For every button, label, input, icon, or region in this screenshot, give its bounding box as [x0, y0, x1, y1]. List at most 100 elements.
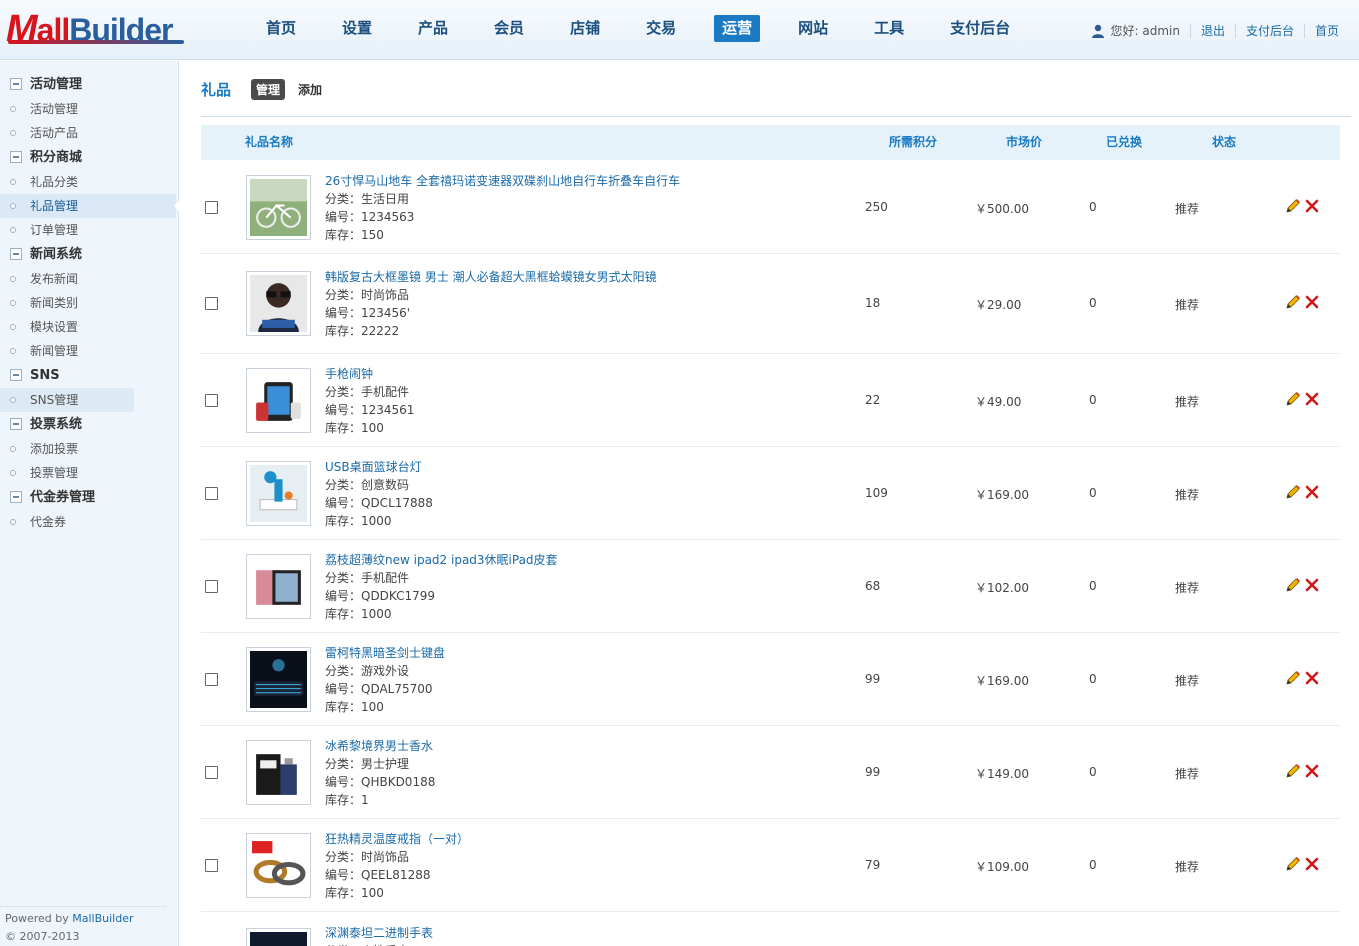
nav-trade[interactable]: 交易 [638, 15, 684, 42]
gift-table-body: 26寸悍马山地车 全套禧玛诺变速器双碟刹山地自行车折叠车自行车 分类：生活日用 编号… [201, 161, 1340, 946]
sidebar-item[interactable]: 活动管理 [0, 97, 178, 121]
sidebar-item[interactable]: 发布新闻 [0, 267, 178, 291]
table-row: 雷柯特黑暗圣剑士键盘 分类：游戏外设 编号：QDAL75700 库存：100 99 ￥16… [201, 633, 1340, 726]
edit-pencil-icon[interactable] [1285, 670, 1301, 686]
delete-x-icon[interactable] [1305, 578, 1319, 592]
product-thumbnail[interactable] [246, 928, 311, 946]
edit-pencil-icon[interactable] [1285, 763, 1301, 779]
nav-settings[interactable]: 设置 [334, 15, 380, 42]
row-checkbox[interactable] [205, 858, 218, 872]
edit-pencil-icon[interactable] [1285, 484, 1301, 500]
sidebar-group-title[interactable]: SNS [0, 363, 178, 388]
product-name-link[interactable]: 荔枝超薄纹new ipad2 ipad3休眠iPad皮套 [325, 551, 558, 569]
nav-pay-backend[interactable]: 支付后台 [942, 15, 1018, 42]
collapse-icon[interactable] [10, 248, 22, 260]
sidebar-group-title[interactable]: 代金券管理 [0, 485, 178, 510]
sidebar-item[interactable]: 模块设置 [0, 315, 178, 339]
nav-operations[interactable]: 运营 [714, 15, 761, 42]
edit-pencil-icon[interactable] [1285, 856, 1301, 872]
tab-add[interactable]: 添加 [293, 79, 327, 100]
product-thumbnail[interactable] [246, 553, 311, 619]
collapse-icon[interactable] [10, 418, 22, 430]
product-name-link[interactable]: 手枪闹钟 [325, 365, 414, 383]
product-category: 分类：手机配件 [325, 570, 410, 585]
edit-pencil-icon[interactable] [1285, 294, 1301, 310]
delete-x-icon[interactable] [1305, 764, 1319, 778]
product-name-link[interactable]: 深渊泰坦二进制手表 [325, 924, 433, 942]
product-thumbnail[interactable] [246, 832, 311, 898]
exchanged-cell: 0 [1089, 485, 1097, 500]
edit-pencil-icon[interactable] [1285, 198, 1301, 214]
delete-x-icon[interactable] [1305, 671, 1319, 685]
row-checkbox[interactable] [205, 393, 218, 407]
product-name-link[interactable]: 雷柯特黑暗圣剑士键盘 [325, 644, 445, 662]
nav-products[interactable]: 产品 [410, 15, 456, 42]
product-name-link[interactable]: USB桌面篮球台灯 [325, 458, 433, 476]
sidebar-item[interactable]: 添加投票 [0, 437, 178, 461]
product-name-link[interactable]: 冰希黎境界男士香水 [325, 737, 435, 755]
row-checkbox[interactable] [205, 672, 218, 686]
delete-x-icon[interactable] [1305, 857, 1319, 871]
delete-x-icon[interactable] [1305, 392, 1319, 406]
exchanged-cell: 0 [1089, 578, 1097, 593]
sidebar-item[interactable]: 投票管理 [0, 461, 178, 485]
row-checkbox[interactable] [205, 765, 218, 779]
delete-x-icon[interactable] [1305, 295, 1319, 309]
logout-link[interactable]: 退出 [1201, 22, 1225, 39]
sidebar-group-title[interactable]: 活动管理 [0, 72, 178, 97]
delete-x-icon[interactable] [1305, 199, 1319, 213]
product-category: 分类：创意数码 [325, 477, 410, 492]
collapse-icon[interactable] [10, 369, 22, 381]
tab-manage[interactable]: 管理 [251, 79, 286, 100]
product-name-link[interactable]: 26寸悍马山地车 全套禧玛诺变速器双碟刹山地自行车折叠车自行车 [325, 172, 680, 190]
product-code: 编号：1234561 [325, 402, 415, 417]
sidebar-item[interactable]: SNS管理 [0, 388, 134, 412]
product-thumbnail[interactable] [246, 739, 311, 805]
pay-backend-link[interactable]: 支付后台 [1246, 22, 1294, 39]
product-stock: 库存：1000 [325, 513, 392, 528]
row-checkbox[interactable] [205, 486, 218, 500]
row-checkbox[interactable] [205, 579, 218, 593]
edit-pencil-icon[interactable] [1285, 577, 1301, 593]
sidebar-item[interactable]: 礼品分类 [0, 170, 178, 194]
sidebar-group-label: 积分商城 [30, 150, 83, 165]
divider [1303, 23, 1305, 38]
sidebar-item[interactable]: 活动产品 [0, 121, 178, 145]
powered-by-brand[interactable]: MallBuilder [72, 912, 133, 925]
bullet-icon [10, 300, 16, 306]
nav-website[interactable]: 网站 [790, 15, 836, 42]
product-thumbnail[interactable] [246, 174, 311, 240]
nav-home[interactable]: 首页 [258, 15, 304, 42]
nav-tools[interactable]: 工具 [866, 15, 912, 42]
delete-x-icon[interactable] [1305, 485, 1319, 499]
product-code: 编号：1234563 [325, 209, 415, 224]
nav-shops[interactable]: 店铺 [562, 15, 608, 42]
points-cell: 22 [865, 392, 881, 407]
sidebar-item[interactable]: 礼品管理 [0, 194, 180, 218]
nav-members[interactable]: 会员 [486, 15, 532, 42]
product-name-link[interactable]: 狂热精灵温度戒指（一对） [325, 830, 469, 848]
product-thumbnail[interactable] [246, 646, 311, 712]
market-price-cell: ￥29.00 [975, 298, 1022, 312]
product-thumbnail[interactable] [246, 271, 311, 336]
sidebar-item[interactable]: 代金券 [0, 510, 178, 534]
product-category: 分类：游戏外设 [325, 663, 410, 678]
product-name-link[interactable]: 韩版复古大框墨镜 男士 潮人必备超大黑框蛤蟆镜女男式太阳镜 [325, 268, 657, 286]
sidebar-group-title[interactable]: 新闻系统 [0, 242, 178, 267]
sidebar-group-title[interactable]: 积分商城 [0, 145, 178, 170]
sidebar-item[interactable]: 新闻管理 [0, 339, 178, 363]
col-exchanged: 已兑换 [1106, 135, 1143, 149]
row-actions [1285, 294, 1319, 310]
row-checkbox[interactable] [205, 297, 218, 310]
row-checkbox[interactable] [205, 200, 218, 214]
edit-pencil-icon[interactable] [1285, 391, 1301, 407]
collapse-icon[interactable] [10, 491, 22, 503]
sidebar-item[interactable]: 订单管理 [0, 218, 178, 242]
collapse-icon[interactable] [10, 151, 22, 163]
product-thumbnail[interactable] [246, 367, 311, 433]
product-thumbnail[interactable] [246, 460, 311, 526]
sidebar-group-title[interactable]: 投票系统 [0, 412, 178, 437]
home-link[interactable]: 首页 [1315, 22, 1339, 39]
collapse-icon[interactable] [10, 78, 22, 90]
sidebar-item[interactable]: 新闻类别 [0, 291, 178, 315]
